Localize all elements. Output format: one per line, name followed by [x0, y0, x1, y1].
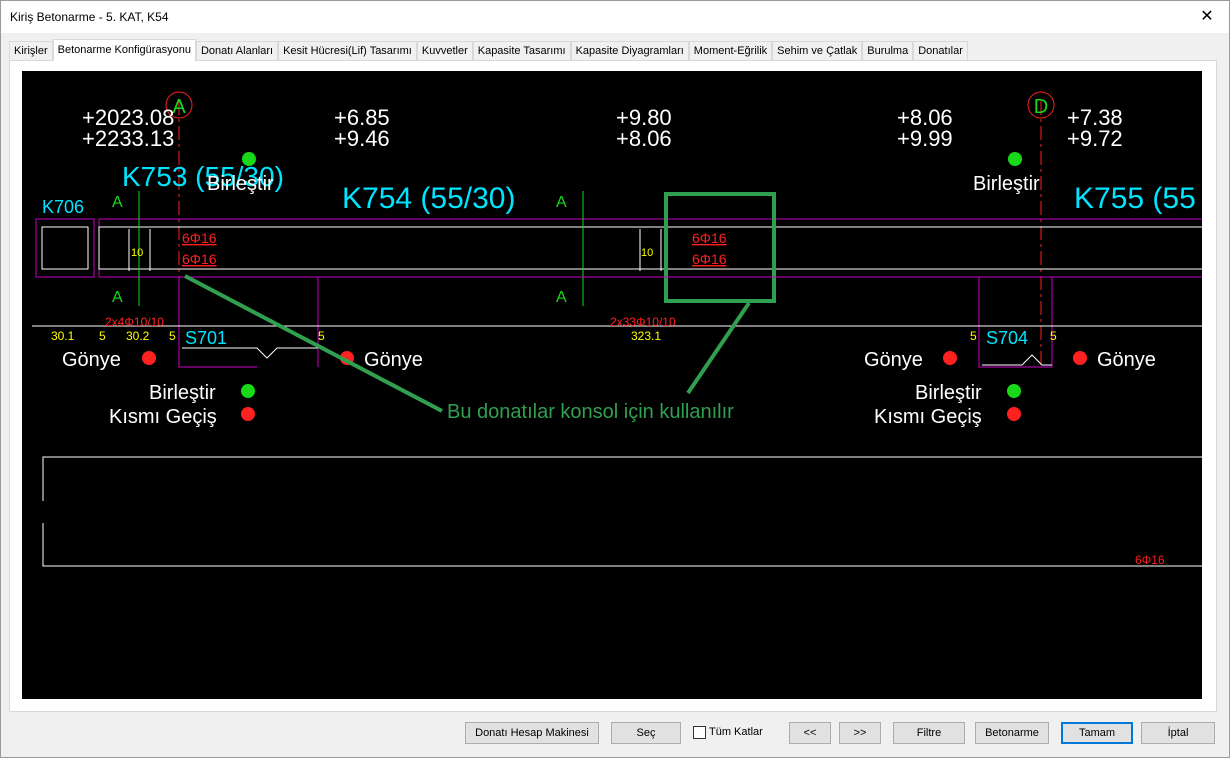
birlestir-label-left: Birleştir [207, 173, 274, 195]
rebar-top-mid: 6Φ16 [692, 230, 727, 246]
elevation-1-bottom: +9.46 [334, 126, 390, 151]
title-bar: Kiriş Betonarme - 5. KAT, K54 ✕ [1, 1, 1229, 33]
close-icon[interactable]: ✕ [1197, 6, 1217, 26]
lower-section-bottom [42, 523, 1202, 567]
beam-reinforcement-window: Kiriş Betonarme - 5. KAT, K54 ✕ Kirişler… [0, 0, 1230, 758]
all-floors-checkbox[interactable] [693, 726, 706, 739]
elevation-3-bottom: +9.99 [897, 126, 953, 151]
birlestir-label-bottom-left: Birleştir [149, 382, 216, 404]
axis-label-d: D [1034, 96, 1048, 118]
tab-kuvvetler[interactable]: Kuvvetler [416, 41, 473, 61]
rebar-top-left: 6Φ16 [182, 230, 217, 246]
elevation-4-bottom: +9.72 [1067, 126, 1123, 151]
slab-s701-left-edge [178, 277, 257, 368]
stirrup-left: 2x4Φ10/10 [105, 315, 164, 329]
dim-5-c: 5 [318, 329, 325, 343]
tab-betonarme-konfigurasyonu[interactable]: Betonarme Konfigürasyonu [52, 39, 196, 61]
break-line-left [182, 347, 318, 359]
beam-drawing: A D +2023.08 +2233.13 +6.85 +9.46 +9.80 … [32, 91, 1202, 567]
slab-label-s704: S704 [986, 328, 1028, 348]
tab-donatilar[interactable]: Donatılar [913, 41, 968, 61]
beam-label-k754: K754 (55/30) [342, 182, 515, 215]
birlestir-dot-bottom-right[interactable] [1007, 384, 1021, 398]
birlestir-label-bottom-right: Birleştir [915, 382, 982, 404]
dim-10-mid: 10 [641, 247, 653, 259]
next-button[interactable]: >> [839, 722, 881, 744]
gonye-dot-4[interactable] [1073, 351, 1087, 365]
dim-5-b: 5 [169, 329, 176, 343]
previous-button[interactable]: << [789, 722, 831, 744]
beam-label-k706: K706 [42, 197, 84, 217]
annotation-arrow-right [686, 301, 751, 395]
filter-button[interactable]: Filtre [893, 722, 965, 744]
dim-30-1: 30.1 [51, 329, 75, 343]
rebar-bottom-left: 6Φ16 [182, 251, 217, 267]
dim-5-e: 5 [1050, 329, 1057, 343]
highlight-box [664, 192, 776, 303]
concrete-button[interactable]: Betonarme [975, 722, 1049, 744]
select-button[interactable]: Seç [611, 722, 681, 744]
lower-rebar-label: 6Φ16 [1135, 553, 1165, 567]
dim-10-left: 10 [131, 247, 143, 259]
section-mark-a-top-mid: A [556, 194, 567, 211]
column-k706-inner [41, 226, 89, 270]
tab-kirisler[interactable]: Kirişler [9, 41, 53, 61]
axis-label-a: A [172, 96, 186, 118]
section-mark-a-bottom-mid: A [556, 289, 567, 306]
section-mark-a-top-left: A [112, 194, 123, 211]
tab-burulma[interactable]: Burulma [862, 41, 914, 61]
birlestir-dot-left[interactable] [242, 152, 256, 166]
dim-323-1: 323.1 [631, 329, 661, 343]
drawing-canvas[interactable]: A D +2023.08 +2233.13 +6.85 +9.46 +9.80 … [22, 71, 1202, 699]
window-title: Kiriş Betonarme - 5. KAT, K54 [10, 10, 169, 24]
birlestir-dot-right[interactable] [1008, 152, 1022, 166]
kismi-gecis-dot-right[interactable] [1007, 407, 1021, 421]
tab-kapasite-diyagramlari[interactable]: Kapasite Diyagramları [570, 41, 689, 61]
section-mark-a-bottom-left: A [112, 289, 123, 306]
gonye-dot-1[interactable] [142, 351, 156, 365]
ok-button[interactable]: Tamam [1061, 722, 1133, 744]
tab-moment-egrilik[interactable]: Moment-Eğrilik [688, 41, 773, 61]
stirrup-mid: 2x33Φ10/10 [610, 315, 676, 329]
tab-sehim-ve-catlak[interactable]: Sehim ve Çatlak [772, 41, 863, 61]
kismi-gecis-label-left: Kısmı Geçiş [109, 406, 217, 428]
tab-kesit-hucresi[interactable]: Kesit Hücresi(Lif) Tasarımı [278, 41, 417, 61]
tab-strip: Kirişler Betonarme Konfigürasyonu Donatı… [9, 39, 968, 61]
tab-donati-alanlari[interactable]: Donatı Alanları [195, 41, 279, 61]
all-floors-label: Tüm Katlar [709, 726, 763, 738]
gonye-label-2: Gönye [364, 349, 423, 371]
slab-label-s701: S701 [185, 328, 227, 348]
tab-kapasite-tasarimi[interactable]: Kapasite Tasarımı [472, 41, 571, 61]
elevation-2-bottom: +8.06 [616, 126, 672, 151]
cancel-button[interactable]: İptal [1141, 722, 1215, 744]
gonye-label-4: Gönye [1097, 349, 1156, 371]
gonye-label-1: Gönye [62, 349, 121, 371]
gonye-dot-3[interactable] [943, 351, 957, 365]
lower-section-top [42, 456, 1202, 501]
beam-label-k755: K755 (55 [1074, 182, 1196, 215]
rebar-bottom-mid: 6Φ16 [692, 251, 727, 267]
dim-5-d: 5 [970, 329, 977, 343]
kismi-gecis-dot-left[interactable] [241, 407, 255, 421]
dim-5-a: 5 [99, 329, 106, 343]
birlestir-dot-bottom-left[interactable] [241, 384, 255, 398]
dim-30-2: 30.2 [126, 329, 150, 343]
gonye-label-3: Gönye [864, 349, 923, 371]
kismi-gecis-label-right: Kısmı Geçiş [874, 406, 982, 428]
birlestir-label-right: Birleştir [973, 173, 1040, 195]
slab-s704-edge [317, 276, 1052, 368]
annotation-text: Bu donatılar konsol için kullanılır [447, 401, 734, 423]
column-k706 [35, 218, 95, 278]
elevation-a-bottom: +2233.13 [82, 126, 174, 151]
rebar-calculator-button[interactable]: Donatı Hesap Makinesi [465, 722, 599, 744]
